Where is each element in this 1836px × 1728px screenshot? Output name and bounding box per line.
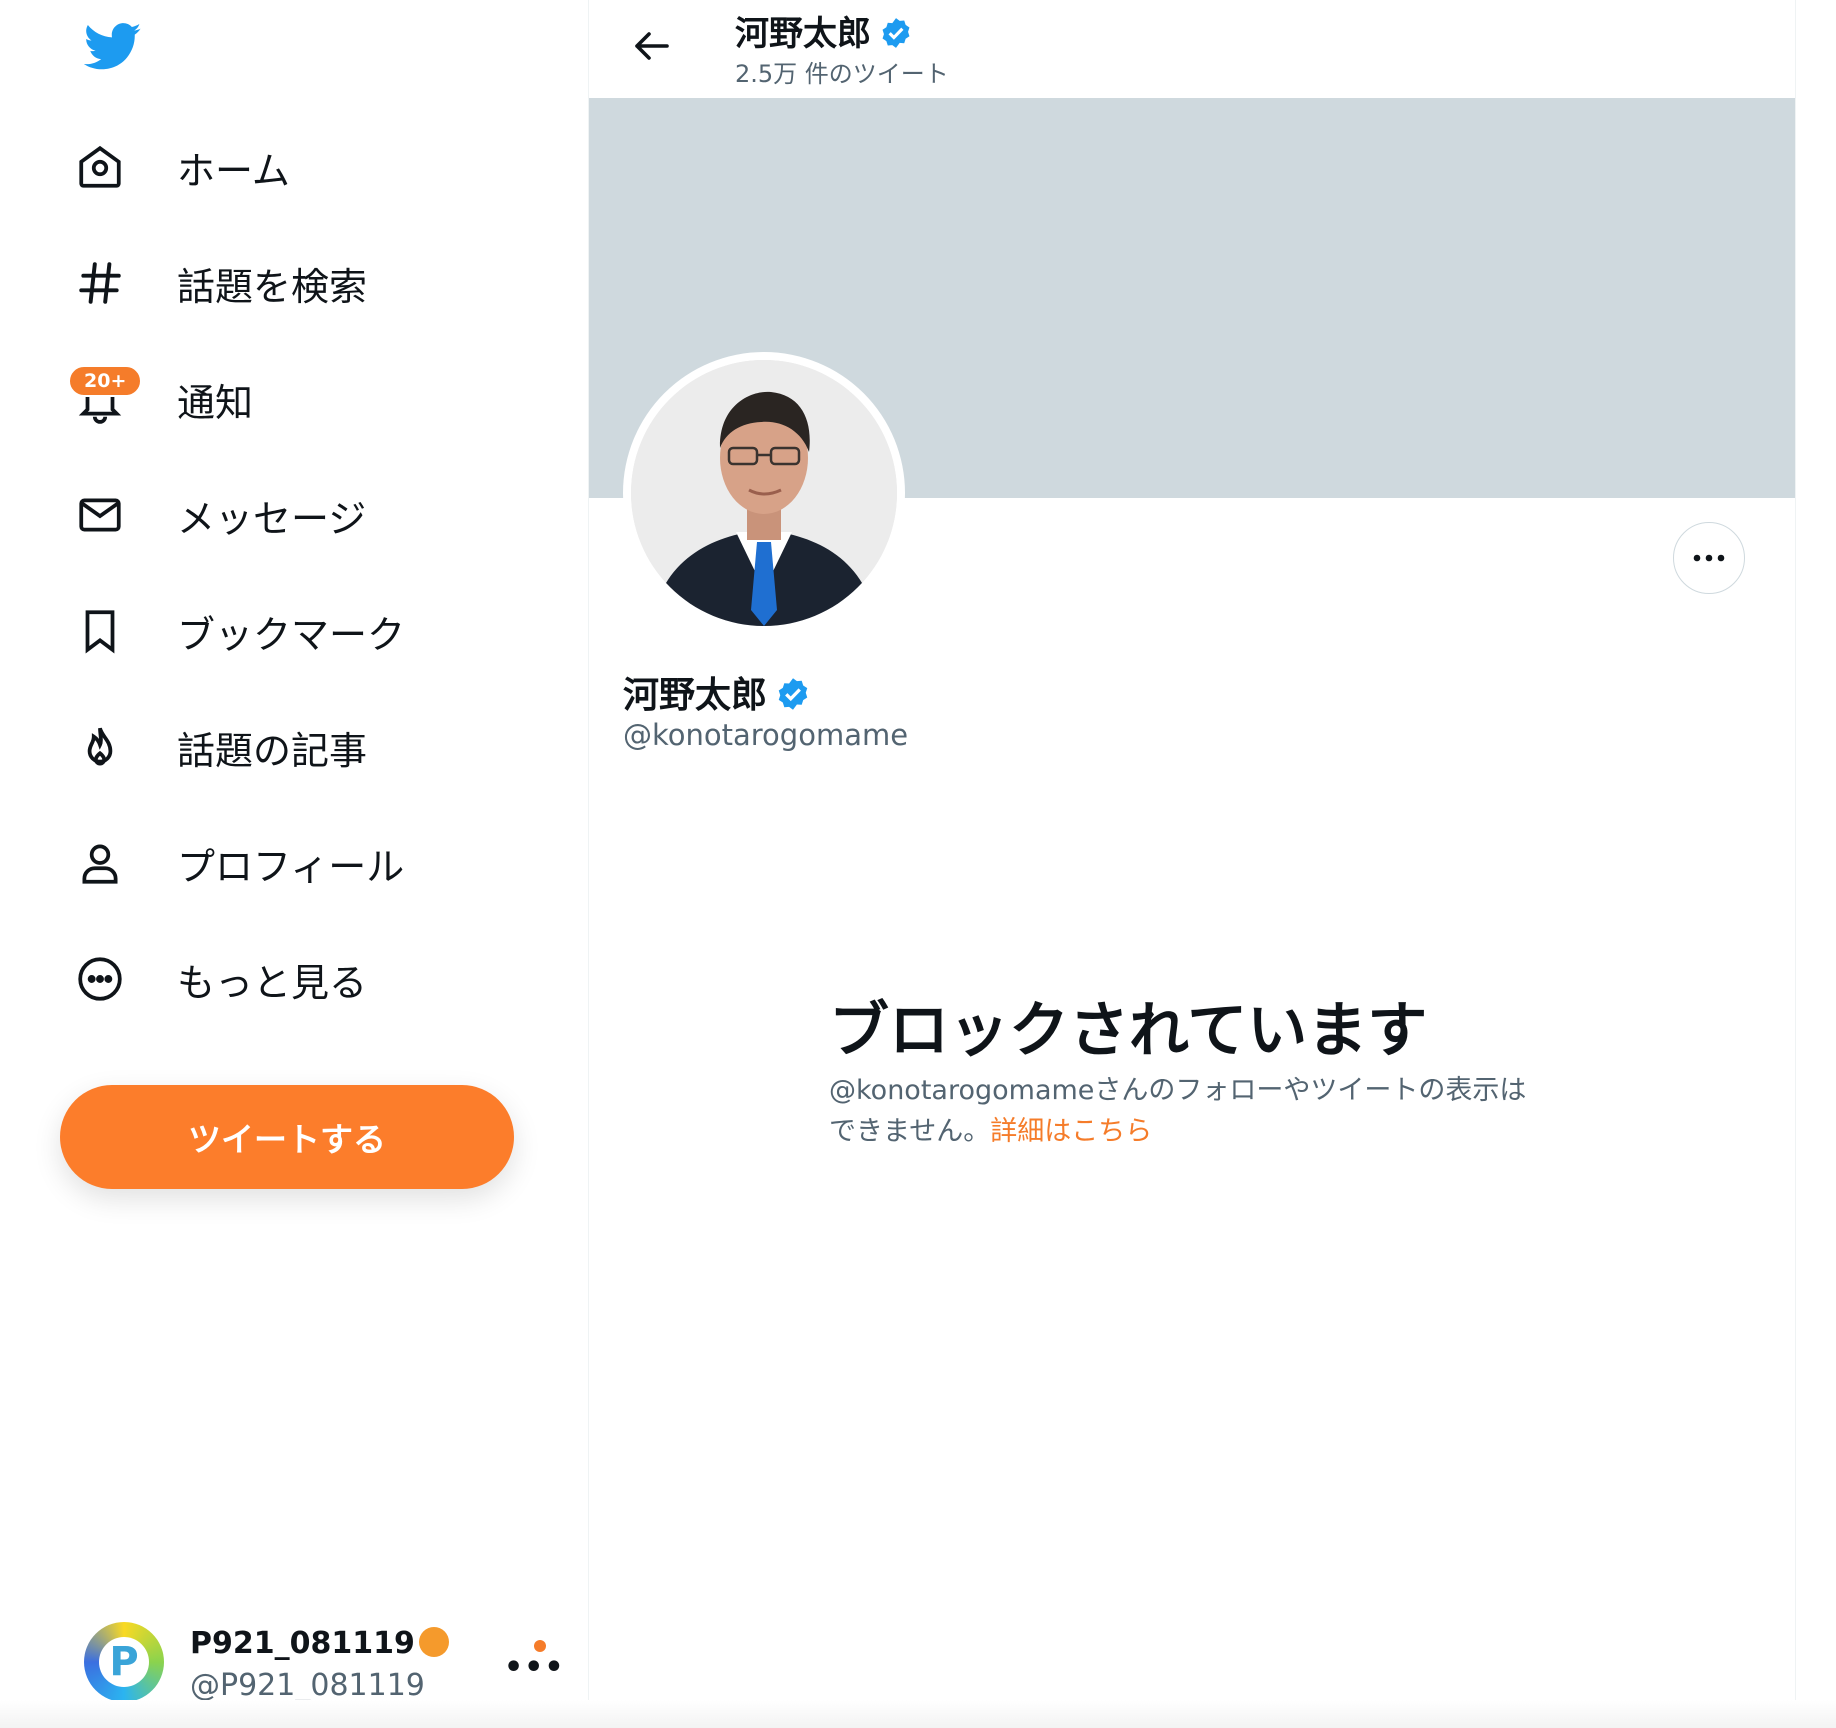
more-dots-icon[interactable]: ••• (504, 1650, 565, 1685)
avatar: P (84, 1622, 164, 1702)
sidebar-item-label: もっと見る (177, 960, 368, 1005)
sidebar-item-bookmarks[interactable]: ブックマーク (70, 591, 540, 671)
sidebar-item-label: プロフィール (177, 844, 405, 889)
blocked-message: @konotarogomameさんのフォローやツイートの表示はできません。詳細は… (829, 1070, 1549, 1152)
sidebar-item-label: ホーム (177, 148, 290, 193)
learn-more-link[interactable]: 詳細はこちら (990, 1116, 1152, 1147)
main-column: 河野太郎 2.5万 件のツイート 河野太郎 @konotarogomame ブロ… (588, 0, 1796, 1728)
bookmark-icon (70, 601, 130, 661)
more-options-button[interactable] (1673, 522, 1745, 594)
person-icon (70, 833, 130, 893)
profile-name: 河野太郎 (623, 666, 811, 721)
hashtag-icon (70, 253, 130, 313)
tweet-count: 2.5万 件のツイート (735, 60, 949, 88)
twitter-bird-icon[interactable] (83, 22, 142, 72)
sidebar-item-notifications[interactable]: 20+ 通知 (68, 359, 540, 439)
avatar-letter: P (99, 1637, 149, 1687)
back-arrow-icon[interactable] (627, 22, 675, 70)
sidebar-item-more[interactable]: もっと見る (70, 939, 540, 1019)
sidebar-item-home[interactable]: ホーム (70, 127, 540, 207)
unread-dot-icon (534, 1640, 546, 1652)
tweet-button[interactable]: ツイートする (60, 1085, 514, 1189)
sidebar-item-topics[interactable]: 話題の記事 (70, 707, 540, 787)
sidebar-item-label: 話題の記事 (177, 728, 368, 773)
account-handle: @P921_081119 (190, 1668, 425, 1703)
sidebar-item-label: メッセージ (177, 496, 367, 541)
sidebar-item-label: 通知 (177, 380, 254, 425)
sidebar: ホーム 話題を検索 20+ 通知 メッセージ ブックマーク 話題の記事 プロフィ… (0, 0, 588, 1728)
fire-icon (70, 717, 130, 777)
profile-name-text: 河野太郎 (623, 675, 768, 716)
blocked-title: ブロックされています (829, 996, 1428, 1066)
mail-icon (70, 485, 130, 545)
bell-icon: 20+ (68, 365, 143, 429)
more-dots-icon (1693, 554, 1725, 562)
blocked-message-text: @konotarogomameさんのフォローやツイートの表示はできません。 (829, 1075, 1527, 1147)
home-icon (70, 137, 130, 197)
header-name: 河野太郎 (735, 14, 871, 54)
profile-photo (631, 360, 897, 626)
profile-avatar[interactable] (623, 352, 905, 634)
verified-badge-icon (879, 16, 913, 59)
profile-handle: @konotarogomame (623, 718, 909, 752)
verified-badge-icon (775, 676, 811, 721)
sidebar-item-explore[interactable]: 話題を検索 (70, 243, 540, 323)
orange-emoji-icon (418, 1627, 449, 1657)
sidebar-item-label: 話題を検索 (177, 264, 368, 309)
sidebar-item-profile[interactable]: プロフィール (70, 823, 540, 903)
account-switcher[interactable]: P P921_081119 @P921_081119 ••• (84, 1620, 564, 1704)
header-title: 河野太郎 (735, 6, 913, 59)
notification-badge: 20+ (68, 365, 143, 397)
sidebar-item-messages[interactable]: メッセージ (70, 475, 540, 555)
sidebar-item-label: ブックマーク (177, 612, 406, 657)
account-name: P921_081119 (190, 1626, 449, 1661)
account-name-text: P921_081119 (190, 1626, 415, 1661)
window-bottom-edge (0, 1700, 1836, 1728)
more-circle-icon (70, 949, 130, 1009)
